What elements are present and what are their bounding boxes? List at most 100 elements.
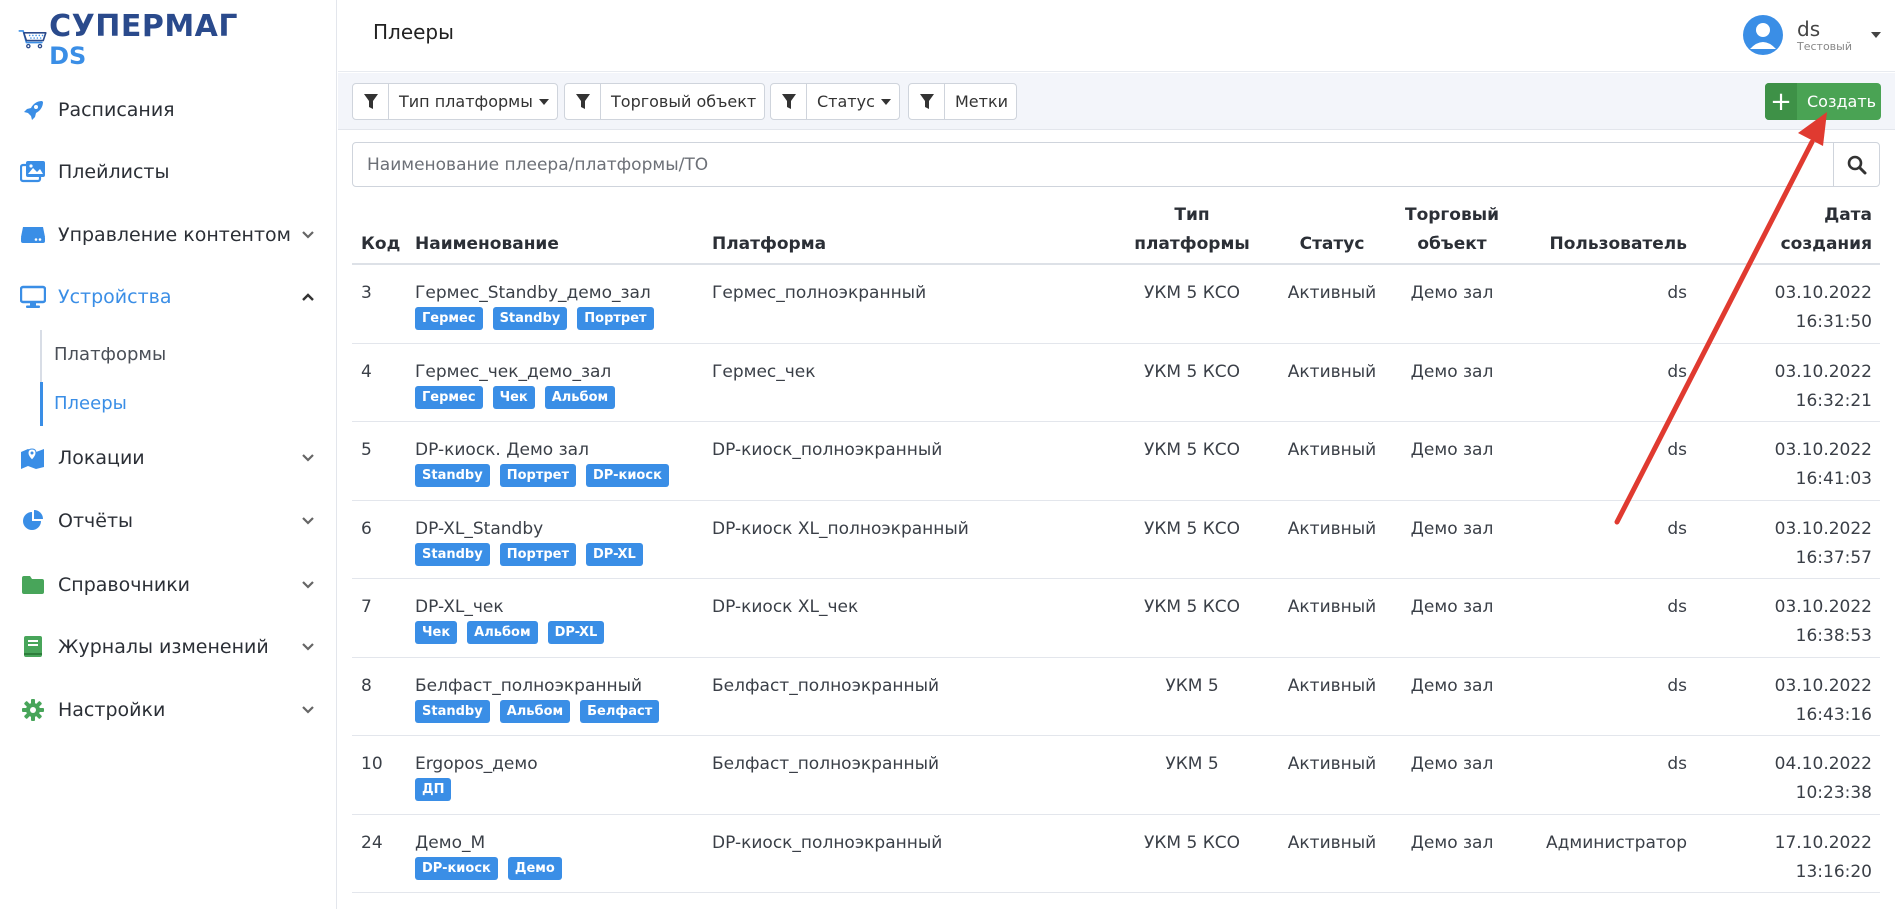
create-button[interactable]: + Создать	[1765, 83, 1881, 120]
tag-badge[interactable]: Портрет	[499, 542, 577, 566]
table-row[interactable]: 6 DP-XL_Standby DP-киоск XL_полноэкранный У…	[352, 501, 1880, 579]
cell-platform: DP-киоск XL_полноэкранный	[712, 518, 969, 539]
tag-badge[interactable]: Альбом	[544, 385, 616, 409]
tag-badge[interactable]: DP-киоск	[586, 464, 669, 487]
sidebar-subitem-players[interactable]: Плееры	[54, 393, 127, 414]
column-header-name[interactable]: Наименование	[415, 230, 559, 259]
sidebar-item-locations[interactable]: Локации	[0, 438, 337, 478]
cell-platform: DP-киоск_полноэкранный	[712, 440, 943, 460]
filter-tags[interactable]: Метки	[908, 83, 1018, 120]
players-table: Код Наименование Платформа Тип платформы…	[352, 195, 1880, 893]
tag-badge[interactable]: Standby	[415, 542, 490, 566]
tag-list: Чек Альбом DP-XL	[415, 621, 614, 644]
cell-user: ds	[1667, 283, 1687, 303]
logo-subtitle: DS	[49, 42, 87, 70]
cell-user: Администратор	[1546, 832, 1687, 853]
search-bar	[352, 142, 1880, 187]
tag-list: DP-киоск Демо	[415, 856, 572, 880]
filter-status[interactable]: Статус	[770, 83, 900, 120]
tag-badge[interactable]: Белфаст	[580, 699, 660, 723]
sidebar-item-label: Локации	[58, 447, 145, 469]
tag-badge[interactable]: DP-киоск	[415, 856, 498, 880]
tag-badge[interactable]: Чек	[492, 385, 535, 409]
sidebar-item-schedules[interactable]: Расписания	[0, 90, 337, 130]
cell-platform: Гермес_чек	[712, 361, 816, 382]
table-row[interactable]: 7 DP-XL_чек DP-киоск XL_чек УКМ 5 КСО Активн…	[352, 579, 1880, 658]
tag-badge[interactable]: Standby	[415, 464, 490, 487]
sidebar-item-settings[interactable]: Настройки	[0, 690, 337, 730]
tag-badge[interactable]: Портрет	[499, 464, 577, 487]
cell-trade-object: Демо зал	[1410, 675, 1494, 696]
cell-name: Гермес_Standby_демо_зал	[415, 283, 651, 303]
cell-platform: Гермес_полноэкранный	[712, 283, 927, 303]
cell-name: Ergopos_демо	[415, 754, 538, 774]
tag-badge[interactable]: Демо	[507, 856, 562, 880]
filter-label: Тип платформы	[399, 92, 533, 111]
chevron-down-icon[interactable]	[298, 575, 318, 595]
filter-platform-type[interactable]: Тип платформы	[352, 83, 558, 120]
cell-name: DP-XL_Standby	[415, 518, 544, 539]
filter-trade-object[interactable]: Торговый объект	[564, 83, 766, 120]
cell-trade-object: Демо зал	[1410, 440, 1494, 460]
sidebar-item-label: Журналы изменений	[58, 636, 269, 658]
chevron-up-icon[interactable]	[298, 287, 318, 307]
tag-list: Гермес Standby Портрет	[415, 307, 664, 330]
table-row[interactable]: 8 Белфаст_полноэкранный Белфаст_полноэкран…	[352, 658, 1880, 736]
sidebar-subitem-platforms[interactable]: Платформы	[54, 344, 166, 365]
caret-down-icon[interactable]	[1871, 32, 1881, 38]
tag-badge[interactable]: Standby	[415, 699, 490, 723]
chevron-down-icon[interactable]	[298, 448, 318, 468]
tag-badge[interactable]: DP-XL	[586, 542, 643, 566]
cell-code: 6	[361, 518, 372, 539]
sidebar-item-devices[interactable]: Устройства	[0, 277, 337, 317]
cell-user: ds	[1667, 597, 1687, 617]
tag-badge[interactable]: Альбом	[499, 699, 571, 723]
table-row[interactable]: 24 Демо_М DP-киоск_полноэкранный УКМ 5 КСО А…	[352, 815, 1880, 893]
sidebar-item-change-logs[interactable]: Журналы изменений	[0, 627, 337, 667]
map-icon	[20, 445, 46, 471]
search-icon	[1847, 155, 1866, 174]
chevron-down-icon[interactable]	[298, 511, 318, 531]
column-header-date[interactable]: Дата создания	[1732, 201, 1872, 259]
table-row[interactable]: 10 Ergopos_демо Белфаст_полноэкранный УКМ 5…	[352, 736, 1880, 815]
table-row[interactable]: 3 Гермес_Standby_демо_зал Гермес_полноэкра…	[352, 265, 1880, 344]
hdd-icon	[20, 222, 46, 248]
tag-badge[interactable]: Альбом	[467, 621, 538, 644]
cell-name: DP-XL_чек	[415, 597, 504, 617]
column-header-platform[interactable]: Платформа	[712, 230, 826, 259]
tag-badge[interactable]: Гермес	[415, 385, 483, 409]
page-title: Плееры	[373, 20, 454, 44]
sidebar-item-content[interactable]: Управление контентом	[0, 215, 337, 255]
search-input[interactable]	[353, 143, 1835, 186]
logo-title: СУПЕРМАГ	[49, 9, 238, 44]
tag-badge[interactable]: DP-XL	[547, 621, 605, 644]
chevron-down-icon[interactable]	[298, 225, 318, 245]
search-button[interactable]	[1833, 143, 1879, 186]
tag-badge[interactable]: ДП	[415, 778, 452, 801]
tag-badge[interactable]: Standby	[492, 307, 568, 330]
tag-badge[interactable]: Чек	[415, 621, 458, 644]
user-menu[interactable]: ds Тестовый	[1743, 10, 1881, 60]
cell-time: 16:43:16	[1795, 704, 1872, 725]
sidebar-item-reports[interactable]: Отчёты	[0, 501, 337, 541]
table-row[interactable]: 5 DP-киоск. Демо зал DP-киоск_полноэкранны…	[352, 422, 1880, 501]
sidebar-item-directories[interactable]: Справочники	[0, 565, 337, 605]
column-header-text: объект	[1417, 234, 1487, 254]
tag-badge[interactable]: Гермес	[415, 307, 483, 330]
sidebar-item-playlists[interactable]: Плейлисты	[0, 152, 337, 192]
tag-list: Standby Портрет DP-киоск	[415, 464, 679, 487]
sidebar-item-label: Отчёты	[58, 510, 134, 532]
column-header-user[interactable]: Пользователь	[1532, 230, 1687, 259]
column-header-code[interactable]: Код	[361, 230, 400, 259]
cell-user: ds	[1667, 754, 1687, 774]
tag-badge[interactable]: Портрет	[577, 307, 654, 330]
tag-list: ДП	[415, 778, 461, 801]
logo[interactable]: СУПЕРМАГ DS	[18, 6, 238, 72]
column-header-trade-object[interactable]: Торговый объект	[1362, 201, 1542, 259]
table-row[interactable]: 4 Гермес_чек_демо_зал Гермес_чек УКМ 5 КСО А…	[352, 344, 1880, 422]
sidebar-item-label: Расписания	[58, 99, 175, 121]
chevron-down-icon[interactable]	[298, 700, 318, 720]
cell-time: 16:38:53	[1795, 626, 1872, 646]
cell-trade-object: Демо зал	[1410, 832, 1494, 853]
chevron-down-icon[interactable]	[298, 637, 318, 657]
